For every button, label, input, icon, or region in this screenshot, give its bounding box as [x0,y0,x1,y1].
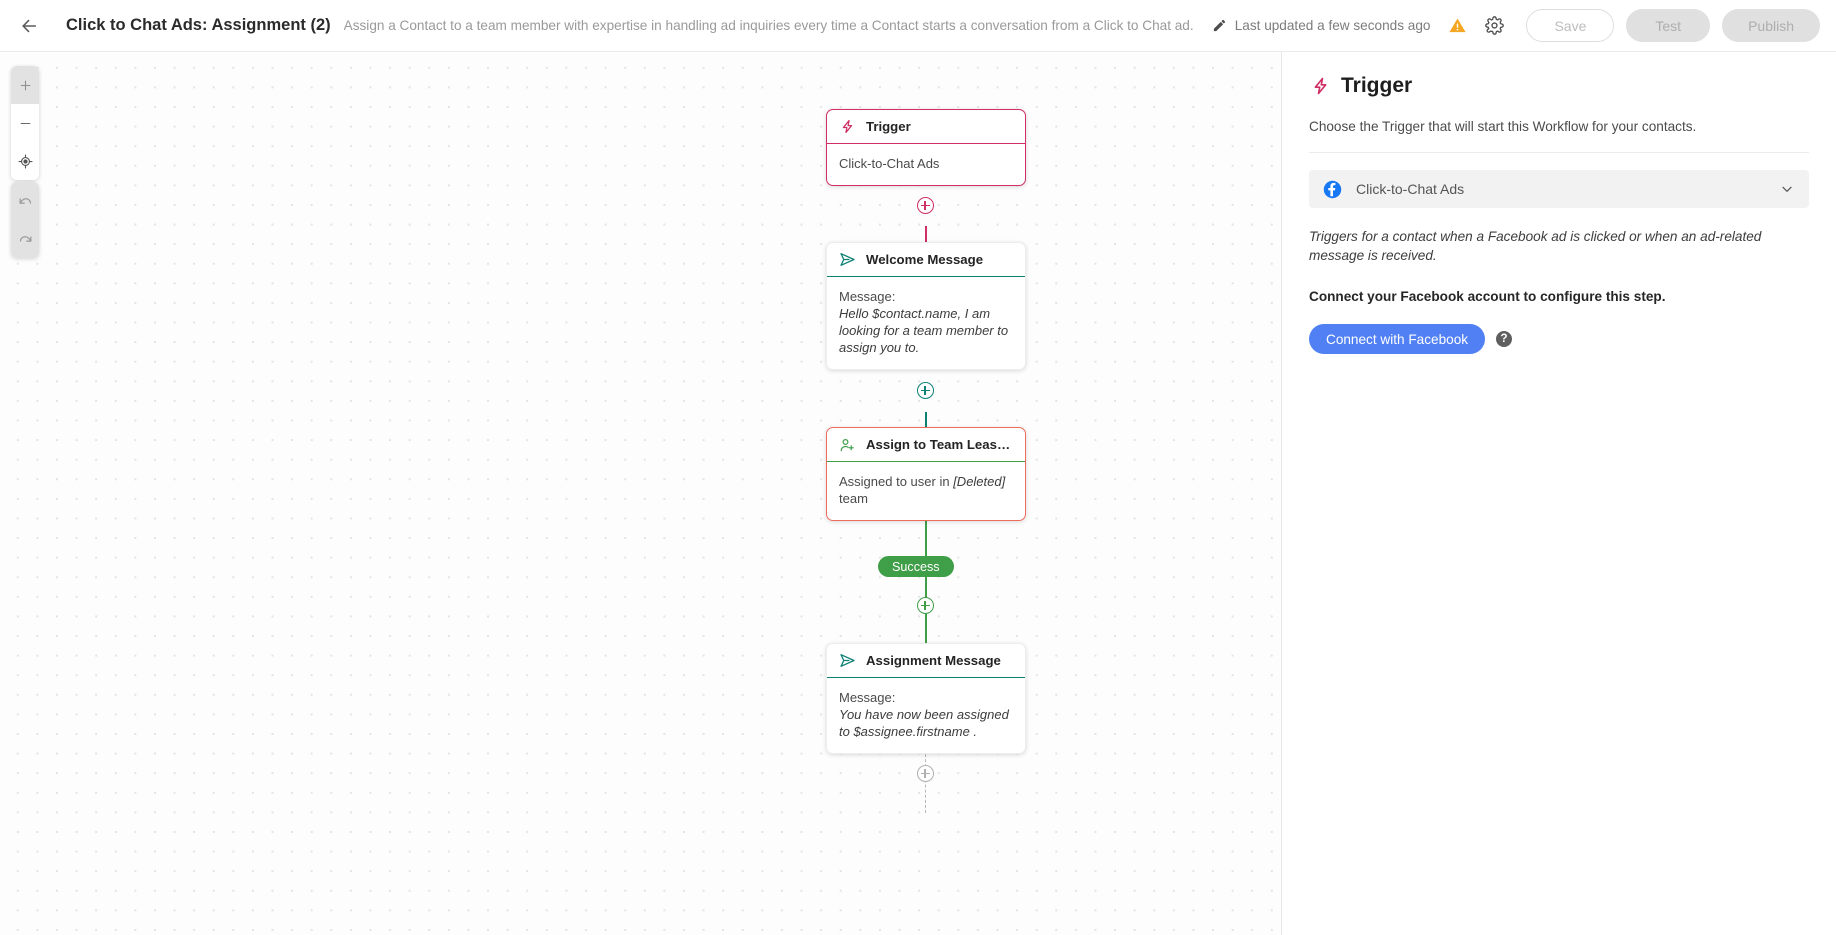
crosshair-target-icon [17,153,33,169]
lightning-bolt-icon [1309,74,1331,98]
send-message-icon [839,652,856,669]
connect-with-facebook-button[interactable]: Connect with Facebook [1309,324,1486,354]
connect-actions: Connect with Facebook ? [1309,324,1809,354]
trigger-select[interactable]: Click-to-Chat Ads [1309,170,1809,208]
node-trigger-header: Trigger [827,110,1025,143]
publish-button[interactable]: Publish [1722,9,1820,42]
node-welcome-message-body: Message: Hello $contact.name, I am looki… [827,277,1025,369]
pencil-icon [1214,19,1226,32]
node-trigger-body-text: Click-to-Chat Ads [839,156,940,172]
send-message-icon [839,251,856,268]
assign-team-name: [Deleted] [953,474,1006,490]
node-trigger[interactable]: Trigger Click-to-Chat Ads [826,109,1026,187]
header-actions: Last updated a few seconds ago Save Test… [1235,9,1836,42]
node-welcome-message-title: Welcome Message [866,252,984,267]
trigger-description: Triggers for a contact when a Facebook a… [1309,229,1762,263]
node-assign-to-team-body: Assigned to user in [Deleted] team [827,462,1025,520]
undo-arrow-icon [19,197,31,204]
node-assign-to-team[interactable]: Assign to Team Least C... Assigned to us… [826,427,1026,522]
edit-title-button[interactable] [1208,14,1232,38]
node-welcome-message[interactable]: Welcome Message Message: Hello $contact.… [826,242,1026,371]
panel-divider [1309,152,1809,153]
zoom-controls [11,66,39,180]
assign-suffix: team [839,491,868,507]
test-button[interactable]: Test [1626,9,1711,42]
minus-icon [20,122,30,124]
add-step-after-trigger[interactable] [916,197,934,214]
add-step-after-success[interactable] [916,597,934,614]
history-controls [11,182,39,258]
trigger-config-panel: Trigger Choose the Trigger that will sta… [1281,52,1836,935]
gear-icon [1485,16,1504,35]
node-assignment-message-body: Message: You have now been assigned to $… [827,678,1025,753]
status-badge-success: Success [878,556,954,577]
add-step-after-welcome[interactable] [916,382,934,399]
back-button[interactable] [12,9,46,43]
redo-arrow-icon [19,235,31,242]
zoom-out-button[interactable] [11,104,39,142]
page-title: Click to Chat Ads: Assignment (2) [66,16,331,34]
message-text: Hello $contact.name, I am looking for a … [839,306,1009,356]
message-label: Message: [839,289,896,305]
node-assignment-message-header: Assignment Message [827,644,1025,677]
message-label: Message: [839,690,896,706]
node-assign-to-team-header: Assign to Team Least C... [827,428,1025,461]
node-assign-to-team-title: Assign to Team Least C... [866,437,1013,452]
trigger-select-value: Click-to-Chat Ads [1356,181,1465,197]
node-assignment-message-title: Assignment Message [866,653,1001,668]
node-assignment-message[interactable]: Assignment Message Message: You have now… [826,643,1026,755]
message-text: You have now been assigned to $assignee.… [839,707,1009,740]
node-trigger-body: Click-to-Chat Ads [827,144,1025,185]
workflow-canvas[interactable]: Trigger Click-to-Chat Ads Welcome Messag… [0,52,1281,935]
assign-user-icon [839,436,856,453]
facebook-icon [1323,180,1342,199]
add-step-end[interactable] [916,765,934,782]
assign-prefix: Assigned to user in [839,474,954,490]
node-welcome-message-header: Welcome Message [827,243,1025,276]
plus-icon [20,80,30,90]
last-updated-text: Last updated a few seconds ago [1234,18,1431,33]
chevron-down-icon[interactable] [1779,181,1795,197]
zoom-in-button[interactable] [11,66,39,104]
arrow-left-icon [22,19,37,32]
help-icon[interactable]: ? [1496,331,1513,347]
panel-heading: Trigger [1309,74,1809,98]
undo-button[interactable] [11,182,39,220]
panel-title-text: Trigger [1341,74,1413,97]
lightning-bolt-icon [839,118,856,135]
redo-button[interactable] [11,220,39,258]
recenter-button[interactable] [11,142,39,180]
node-trigger-title: Trigger [866,119,911,134]
panel-subtitle: Choose the Trigger that will start this … [1309,119,1697,134]
app-header: Click to Chat Ads: Assignment (2) Assign… [0,0,1836,52]
save-button[interactable]: Save [1526,9,1615,42]
warning-triangle-icon[interactable] [1446,15,1468,37]
workflow-description: Assign a Contact to a team member with e… [343,18,1194,33]
settings-gear-button[interactable] [1482,14,1506,38]
connect-instruction: Connect your Facebook account to configu… [1309,289,1666,304]
